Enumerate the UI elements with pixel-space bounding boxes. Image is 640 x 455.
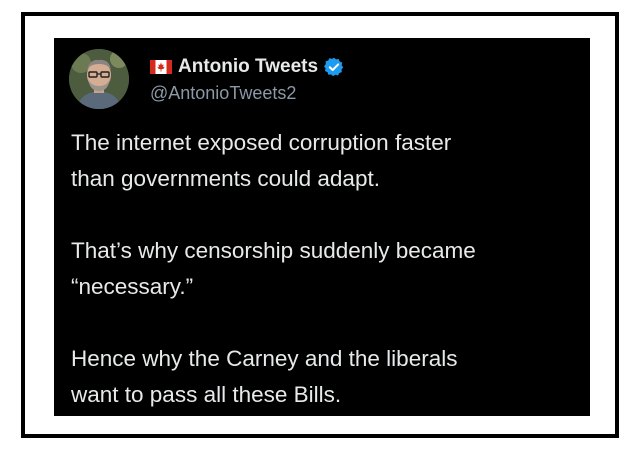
author-name-row[interactable]: Antonio Tweets bbox=[150, 55, 344, 79]
canada-flag-icon bbox=[150, 60, 172, 74]
tweet-paragraph: Hence why the Carney and the liberals wa… bbox=[71, 346, 458, 407]
author-handle[interactable]: @AntonioTweets2 bbox=[150, 83, 296, 104]
tweet-paragraph: That’s why censorship suddenly became “n… bbox=[71, 238, 476, 299]
tweet-card: Antonio Tweets @AntonioTweets2 The inter… bbox=[54, 38, 590, 416]
verified-badge-icon bbox=[324, 57, 344, 77]
tweet-body: The internet exposed corruption faster t… bbox=[71, 125, 581, 413]
avatar[interactable] bbox=[69, 49, 129, 109]
author-display-name[interactable]: Antonio Tweets bbox=[178, 56, 318, 78]
tweet-paragraph: The internet exposed corruption faster t… bbox=[71, 130, 452, 191]
